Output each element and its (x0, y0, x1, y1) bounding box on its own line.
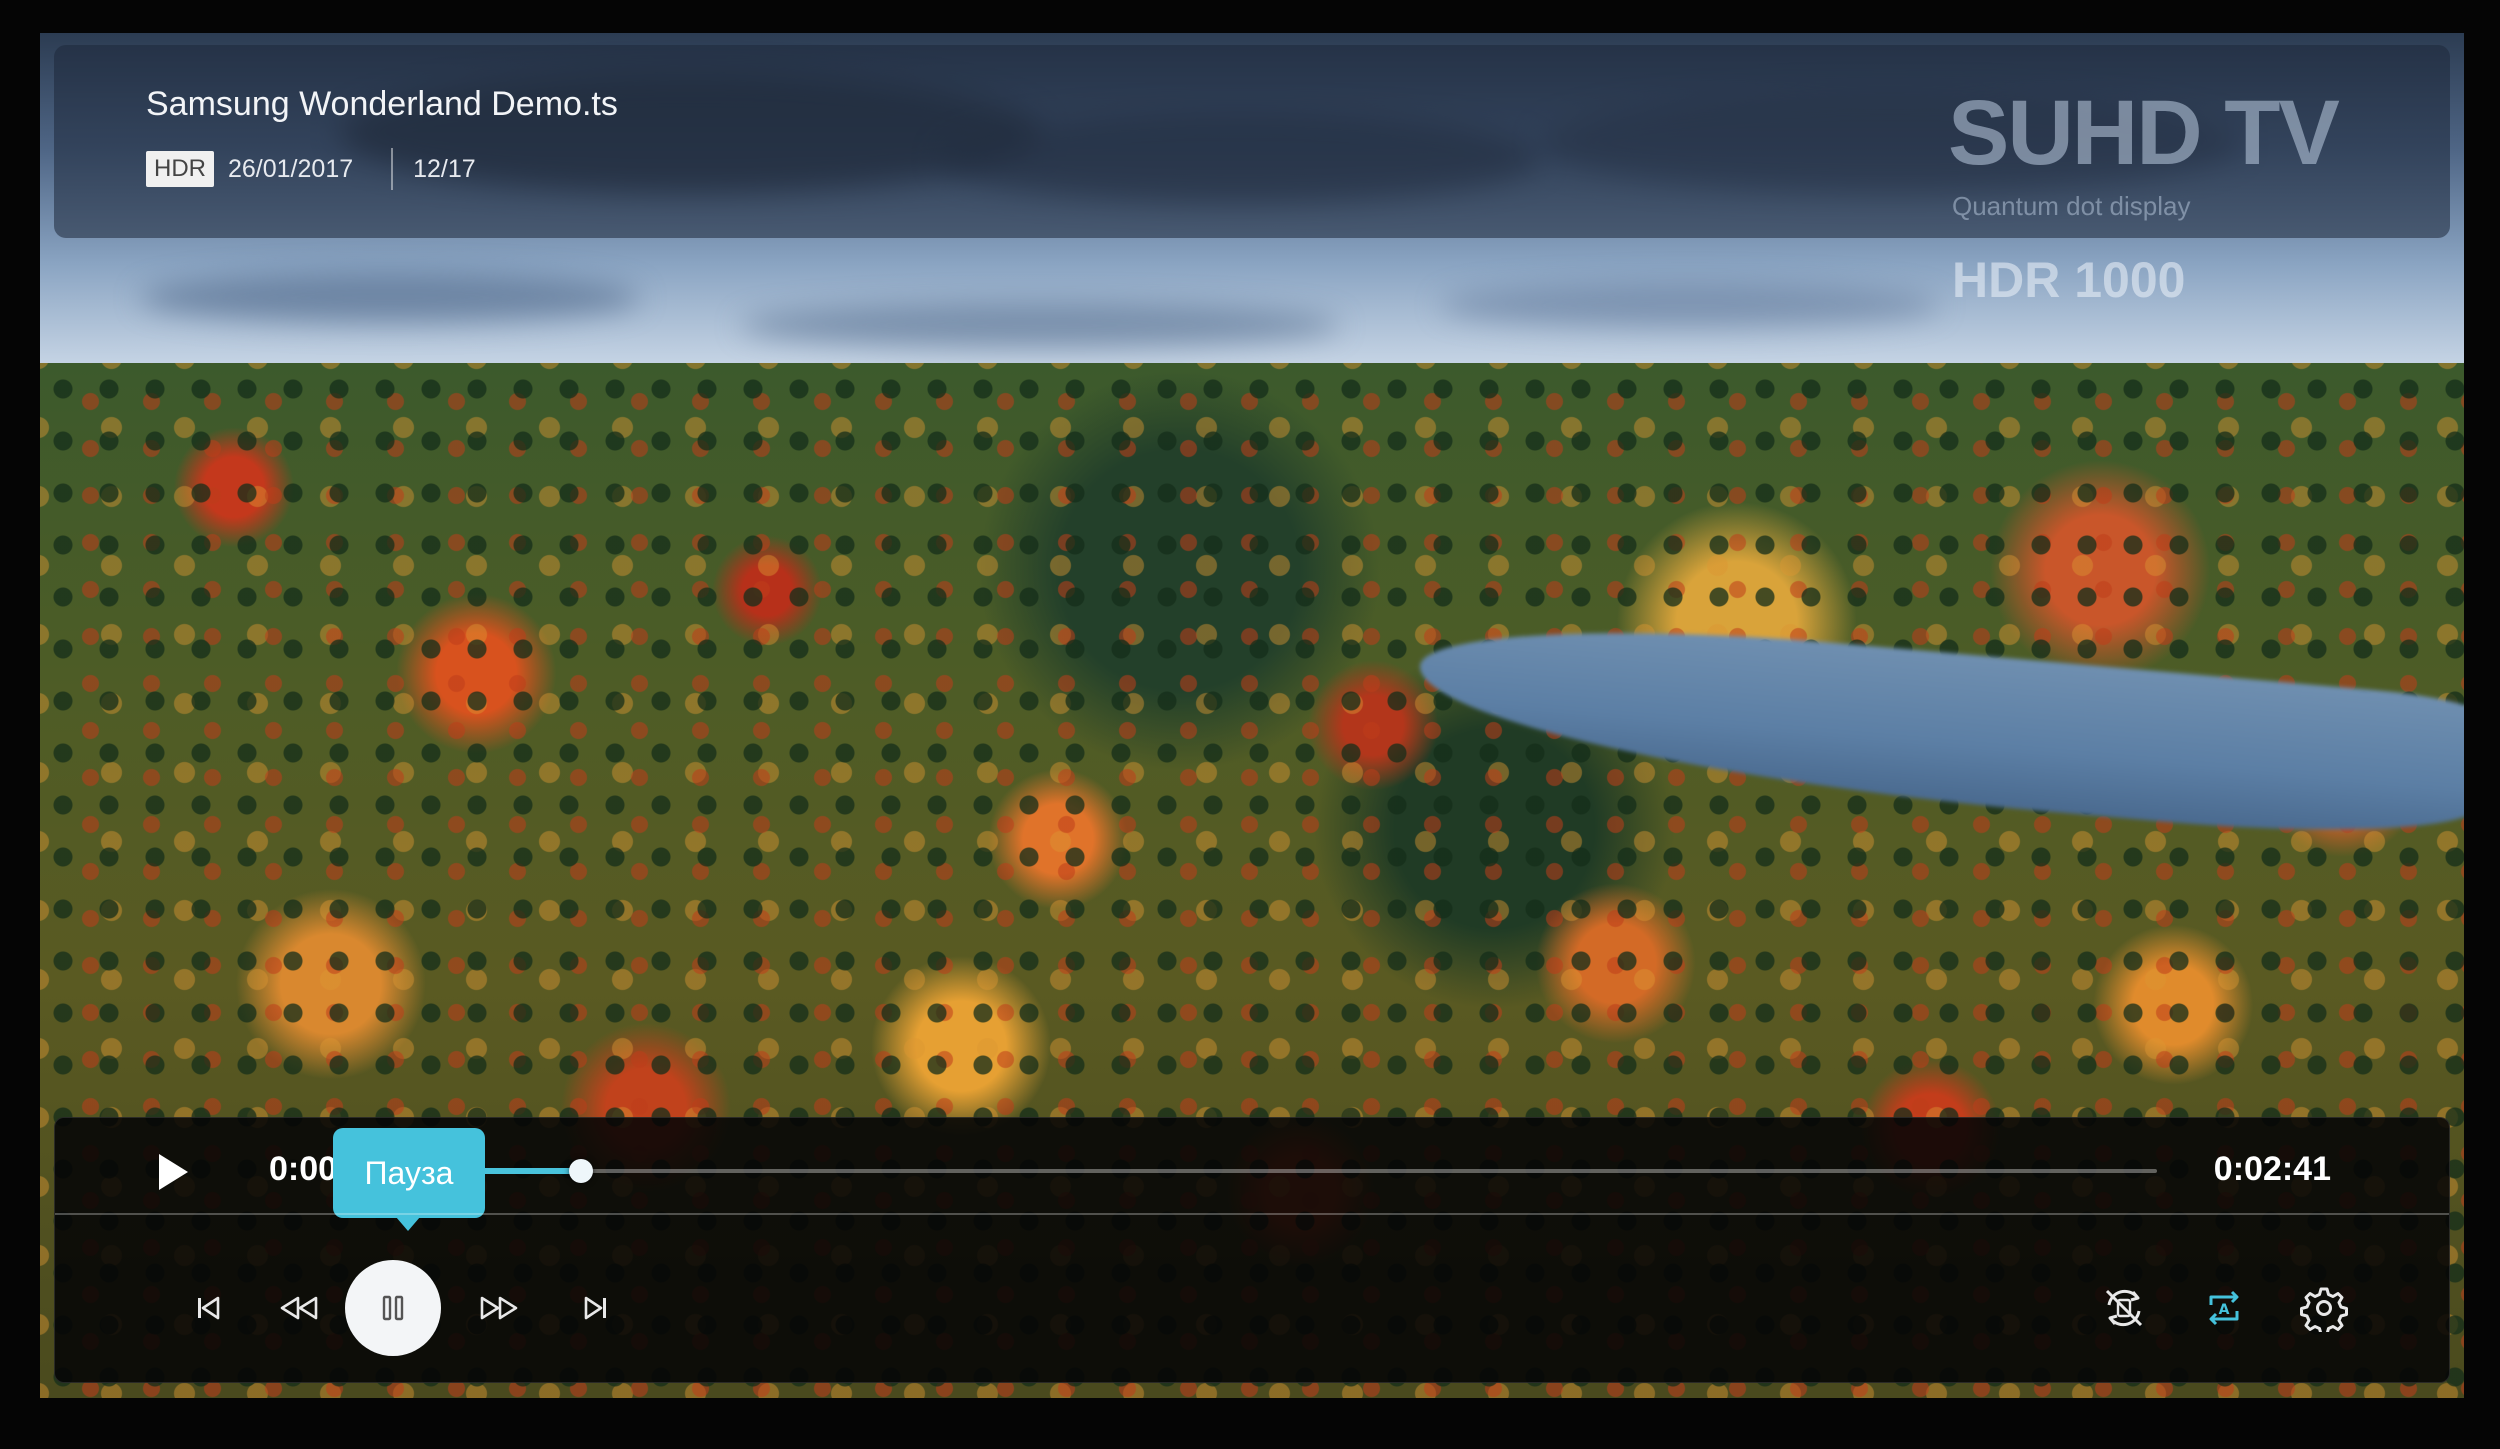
skip-next-icon (579, 1291, 613, 1325)
hdr-badge: HDR (146, 151, 214, 187)
brand-title: SUHD TV (1948, 82, 2340, 184)
file-title: Samsung Wonderland Demo.ts (146, 85, 618, 123)
progress-track[interactable] (455, 1169, 2157, 1173)
file-date: 26/01/2017 (228, 154, 354, 183)
fast-forward-button[interactable] (463, 1273, 533, 1343)
total-time: 0:02:41 (2213, 1150, 2331, 1188)
panel-divider (55, 1213, 2449, 1215)
rewind-button[interactable] (265, 1273, 335, 1343)
meta-divider (391, 148, 394, 190)
settings-button[interactable] (2289, 1273, 2359, 1343)
rotate-off-icon (2099, 1283, 2149, 1333)
rewind-icon (276, 1291, 324, 1325)
video-screen: Samsung Wonderland Demo.ts HDR 26/01/201… (40, 33, 2464, 1398)
rotate-off-button[interactable] (2089, 1273, 2159, 1343)
skip-previous-icon (191, 1291, 225, 1325)
play-icon[interactable] (155, 1152, 191, 1192)
tooltip-tail (396, 1217, 420, 1231)
skip-previous-button[interactable] (173, 1273, 243, 1343)
pause-button[interactable] (345, 1260, 441, 1356)
auto-repeat-icon: A (2199, 1283, 2249, 1333)
fast-forward-icon (474, 1291, 522, 1325)
pause-tooltip: Пауза (333, 1128, 485, 1218)
brand-hdr: HDR 1000 (1952, 252, 2186, 308)
auto-repeat-button[interactable]: A (2189, 1273, 2259, 1343)
file-meta: HDR 26/01/2017 12/17 (146, 147, 476, 191)
svg-text:A: A (2219, 1302, 2230, 1318)
brand-subtitle: Quantum dot display (1952, 191, 2191, 221)
pause-icon (378, 1291, 408, 1325)
playback-controls: 0:00:12 0:02:41 Пауза A (54, 1117, 2450, 1383)
skip-next-button[interactable] (561, 1273, 631, 1343)
file-index: 12/17 (413, 154, 476, 183)
gear-icon (2300, 1284, 2348, 1332)
progress-knob[interactable] (569, 1159, 593, 1183)
